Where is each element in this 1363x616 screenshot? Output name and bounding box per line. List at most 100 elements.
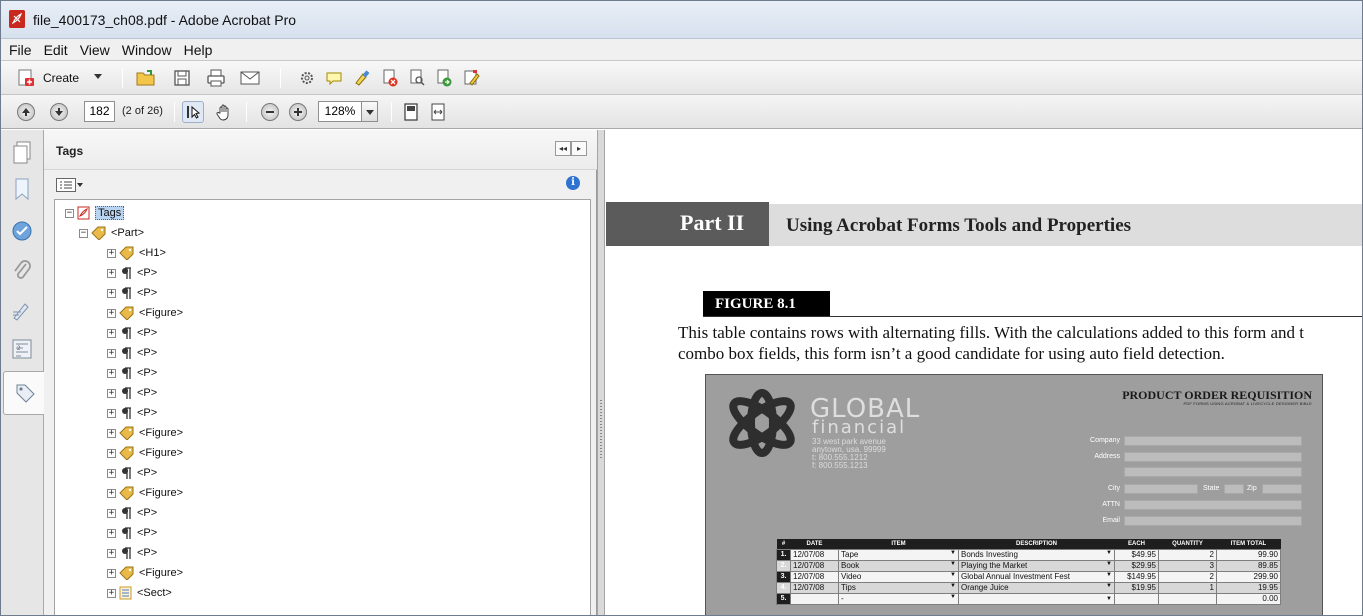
- tag-tree-node[interactable]: + <P>: [107, 264, 157, 282]
- column-header: ITEM TOTAL: [1216, 539, 1281, 549]
- find-page-icon[interactable]: [406, 67, 428, 89]
- tag-tree-node[interactable]: − Tags: [65, 204, 125, 222]
- expand-toggle-icon[interactable]: +: [107, 448, 116, 458]
- tag-tree-node[interactable]: + <P>: [107, 524, 157, 542]
- expand-toggle-icon[interactable]: +: [107, 368, 116, 378]
- collapse-toggle-icon[interactable]: −: [79, 228, 88, 238]
- expand-toggle-icon[interactable]: +: [107, 308, 116, 318]
- order-panel-icon[interactable]: 2: [7, 334, 37, 364]
- attachments-icon[interactable]: [7, 256, 37, 286]
- tag-tree-node[interactable]: + <P>: [107, 324, 157, 342]
- hand-tool-icon[interactable]: [213, 101, 235, 123]
- tag-tree-node[interactable]: + <Figure>: [107, 484, 183, 502]
- part-title: Using Acrobat Forms Tools and Properties: [786, 215, 1132, 236]
- chevron-down-icon[interactable]: [94, 74, 102, 79]
- zoom-in-button[interactable]: [289, 103, 307, 121]
- select-tool-icon[interactable]: [182, 101, 204, 123]
- tag-tree-node[interactable]: + <Figure>: [107, 444, 183, 462]
- comment-icon[interactable]: [323, 67, 345, 89]
- attn-field: [1124, 500, 1302, 510]
- expand-toggle-icon[interactable]: +: [107, 528, 116, 538]
- zoom-dropdown-button[interactable]: [362, 101, 378, 122]
- menu-edit[interactable]: Edit: [38, 39, 74, 58]
- tag-tree-node[interactable]: + <P>: [107, 364, 157, 382]
- expand-toggle-icon[interactable]: +: [107, 488, 116, 498]
- expand-toggle-icon[interactable]: +: [107, 348, 116, 358]
- create-pdf-icon[interactable]: [15, 67, 37, 89]
- collapse-panel-button[interactable]: ◂◂: [555, 141, 571, 156]
- expand-toggle-icon[interactable]: +: [107, 248, 116, 258]
- tags-panel-icon[interactable]: [3, 371, 45, 415]
- expand-toggle-icon[interactable]: +: [107, 568, 116, 578]
- navigation-toolbar: 182 (2 of 26) 128%: [1, 95, 1362, 129]
- expand-toggle-icon[interactable]: +: [107, 428, 116, 438]
- state-label: State: [1203, 485, 1220, 492]
- content-edit-icon[interactable]: [7, 296, 37, 326]
- expand-toggle-icon[interactable]: +: [107, 388, 116, 398]
- fit-page-icon[interactable]: [400, 101, 422, 123]
- expand-toggle-icon[interactable]: +: [107, 268, 116, 278]
- expand-panel-button[interactable]: ▸: [571, 141, 587, 156]
- pane-splitter[interactable]: [597, 130, 605, 615]
- quantity-cell: 2: [1158, 570, 1217, 583]
- save-icon[interactable]: [171, 67, 193, 89]
- zoom-level-input[interactable]: 128%: [318, 101, 362, 122]
- menu-help[interactable]: Help: [178, 39, 219, 58]
- tag-tree-node[interactable]: + <H1>: [107, 244, 166, 262]
- next-page-button[interactable]: [50, 103, 68, 121]
- info-icon[interactable]: i: [566, 176, 580, 190]
- settings-gear-icon[interactable]: [296, 67, 318, 89]
- fit-width-icon[interactable]: [427, 101, 449, 123]
- tag-tree-node[interactable]: + <P>: [107, 464, 157, 482]
- tag-tree-node[interactable]: + <Figure>: [107, 424, 183, 442]
- expand-toggle-icon[interactable]: +: [107, 288, 116, 298]
- previous-page-button[interactable]: [17, 103, 35, 121]
- expand-toggle-icon[interactable]: +: [107, 408, 116, 418]
- row-number: 5.: [776, 592, 791, 605]
- tag-tree-node[interactable]: + <Figure>: [107, 564, 183, 582]
- expand-toggle-icon[interactable]: +: [107, 548, 116, 558]
- tag-tree-node[interactable]: + <Figure>: [107, 304, 183, 322]
- create-button[interactable]: Create: [43, 71, 79, 85]
- highlight-icon[interactable]: [351, 67, 373, 89]
- delete-page-icon[interactable]: [379, 67, 401, 89]
- collapse-toggle-icon[interactable]: −: [65, 208, 74, 218]
- tag-tree-label: <P>: [137, 347, 158, 359]
- expand-toggle-icon[interactable]: +: [107, 588, 116, 598]
- export-page-icon[interactable]: [433, 67, 455, 89]
- open-folder-icon[interactable]: [135, 67, 157, 89]
- chevron-down-icon: ▼: [950, 550, 956, 556]
- zoom-out-button[interactable]: [261, 103, 279, 121]
- print-icon[interactable]: [205, 67, 227, 89]
- signatures-icon[interactable]: [7, 216, 37, 246]
- attn-label: ATTN: [1102, 501, 1120, 508]
- tag-tree-node[interactable]: + <P>: [107, 404, 157, 422]
- item-total-cell: 299.90: [1216, 570, 1281, 583]
- tag-tree-node[interactable]: + <P>: [107, 344, 157, 362]
- document-view[interactable]: Part II Using Acrobat Forms Tools and Pr…: [606, 130, 1362, 615]
- tag-tree-node[interactable]: + <P>: [107, 504, 157, 522]
- tag-tree-node[interactable]: + <P>: [107, 284, 157, 302]
- expand-toggle-icon[interactable]: +: [107, 468, 116, 478]
- bookmarks-icon[interactable]: [7, 174, 37, 204]
- chevron-down-icon[interactable]: [77, 183, 83, 187]
- edit-form-icon[interactable]: [460, 67, 482, 89]
- menu-window[interactable]: Window: [116, 39, 178, 58]
- navigation-pane-rail: 2: [1, 130, 45, 615]
- tag-tree-node[interactable]: + <P>: [107, 384, 157, 402]
- page-thumbnails-icon[interactable]: [7, 138, 37, 168]
- page-number-input[interactable]: 182: [84, 101, 115, 122]
- expand-toggle-icon[interactable]: +: [107, 508, 116, 518]
- tag-tree-node[interactable]: + <Sect>: [107, 584, 172, 602]
- menu-file[interactable]: File: [1, 39, 38, 58]
- tag-tree-node[interactable]: + <P>: [107, 544, 157, 562]
- expand-toggle-icon[interactable]: +: [107, 328, 116, 338]
- tag-tree-node[interactable]: − <Part>: [79, 224, 144, 242]
- email-icon[interactable]: [239, 67, 261, 89]
- menu-view[interactable]: View: [74, 39, 116, 58]
- options-menu-icon[interactable]: [56, 178, 76, 192]
- each-cell: [1114, 592, 1159, 605]
- splitter-grip-icon[interactable]: [600, 400, 602, 460]
- order-table-header: # DATE ITEM DESCRIPTION EACH QUANTITY IT…: [776, 539, 1281, 549]
- section-icon: [119, 586, 133, 600]
